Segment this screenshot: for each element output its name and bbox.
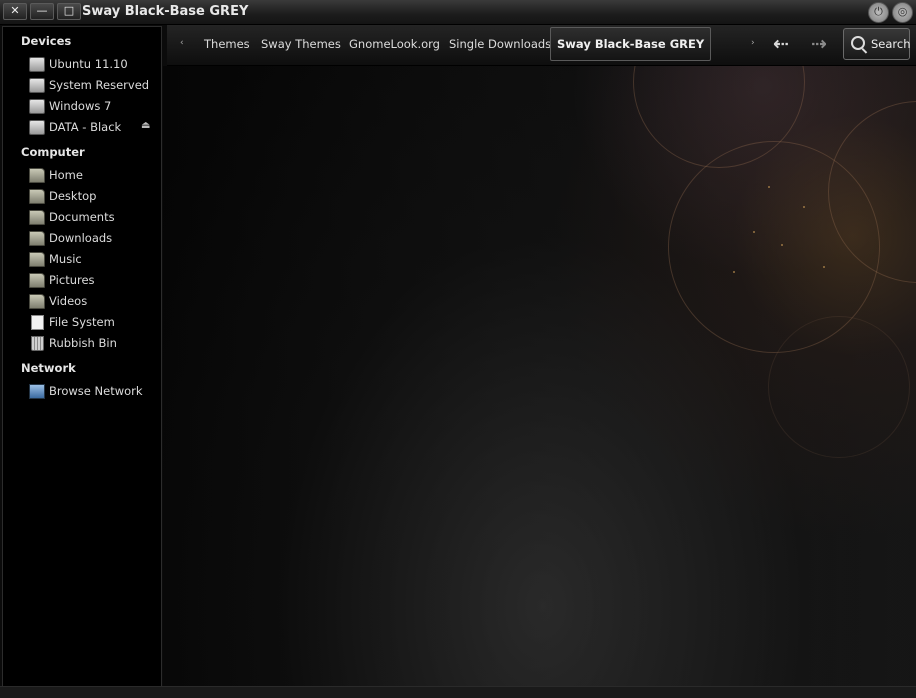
- sidebar-item-label: Desktop: [49, 189, 97, 203]
- breadcrumb-sway-black-base-grey[interactable]: Sway Black-Base GREY: [550, 27, 712, 61]
- window-bottom-edge: [0, 686, 916, 698]
- wallpaper-sparkle: [781, 244, 783, 246]
- breadcrumb-scroll-left-icon[interactable]: ‹: [180, 38, 184, 48]
- sidebar-item-label: Videos: [49, 294, 88, 308]
- power-icon[interactable]: ⏻: [868, 2, 889, 23]
- file-manager-window: ✕ — □ Sway Black-Base GREY ⏻ ◎ Devices U…: [0, 0, 916, 698]
- rubbish-bin-icon: [31, 336, 44, 351]
- sidebar-item-videos[interactable]: Videos: [27, 292, 157, 311]
- minimize-button[interactable]: —: [30, 3, 54, 20]
- sidebar-item-desktop[interactable]: Desktop: [27, 187, 157, 206]
- maximize-button[interactable]: □: [57, 3, 81, 20]
- sidebar-item-label: Music: [49, 252, 82, 266]
- sidebar-item-file-system[interactable]: File System: [27, 313, 157, 332]
- sidebar-item-browse-network[interactable]: Browse Network: [27, 382, 157, 401]
- pictures-folder-icon: [29, 273, 45, 288]
- documents-folder-icon: [29, 210, 45, 225]
- breadcrumb-scroll-right-icon[interactable]: ›: [751, 38, 755, 48]
- location-toolbar: ‹ Themes Sway Themes GnomeLook.org Singl…: [167, 25, 916, 66]
- search-button[interactable]: Search: [843, 28, 911, 60]
- sidebar-item-label: Documents: [49, 210, 115, 224]
- drive-icon: [29, 78, 45, 93]
- wallpaper-sparkle: [803, 206, 805, 208]
- eject-icon[interactable]: ⏏: [141, 120, 150, 131]
- sidebar-item-ubuntu[interactable]: Ubuntu 11.10: [27, 55, 157, 74]
- window-title: Sway Black-Base GREY: [82, 4, 249, 19]
- home-folder-icon: [29, 168, 45, 183]
- close-button[interactable]: ✕: [3, 3, 27, 20]
- wallpaper-sparkle: [768, 186, 770, 188]
- back-arrow-icon[interactable]: ⇠: [773, 33, 789, 55]
- forward-arrow-icon[interactable]: ⇢: [811, 33, 827, 55]
- sidebar-item-label: Windows 7: [49, 99, 112, 113]
- sidebar-item-label: System Reserved: [49, 78, 150, 92]
- sidebar-item-label: Rubbish Bin: [49, 336, 117, 350]
- sidebar-item-label: DATA - Black: [49, 120, 122, 134]
- videos-folder-icon: [29, 294, 45, 309]
- wallpaper-orb: [768, 316, 910, 458]
- sidebar-item-label: File System: [49, 315, 115, 329]
- search-icon: [851, 36, 865, 50]
- file-system-icon: [31, 315, 44, 330]
- sidebar-item-windows-7[interactable]: Windows 7: [27, 97, 157, 116]
- sidebar-item-music[interactable]: Music: [27, 250, 157, 269]
- breadcrumb-gnomelook[interactable]: GnomeLook.org: [349, 37, 440, 51]
- sidebar-item-label: Pictures: [49, 273, 95, 287]
- sidebar-item-rubbish-bin[interactable]: Rubbish Bin: [27, 334, 157, 353]
- wallpaper-sparkle: [823, 266, 825, 268]
- ubuntu-logo-icon[interactable]: ◎: [892, 2, 913, 23]
- music-folder-icon: [29, 252, 45, 267]
- sidebar-item-data-black[interactable]: DATA - Black ⏏: [27, 118, 157, 137]
- places-sidebar: Devices Ubuntu 11.10 System Reserved Win…: [2, 26, 162, 688]
- sidebar-item-pictures[interactable]: Pictures: [27, 271, 157, 290]
- breadcrumb-sway-themes[interactable]: Sway Themes: [261, 37, 341, 51]
- sidebar-item-home[interactable]: Home: [27, 166, 157, 185]
- sidebar-item-downloads[interactable]: Downloads: [27, 229, 157, 248]
- sidebar-item-documents[interactable]: Documents: [27, 208, 157, 227]
- wallpaper-sparkle: [753, 231, 755, 233]
- search-button-label: Search: [871, 37, 911, 51]
- section-heading-devices: Devices: [21, 34, 72, 48]
- sidebar-item-label: Downloads: [49, 231, 113, 245]
- sidebar-item-label: Home: [49, 168, 83, 182]
- file-view-area[interactable]: [163, 66, 916, 686]
- drive-icon: [29, 57, 45, 72]
- downloads-folder-icon: [29, 231, 45, 246]
- desktop-folder-icon: [29, 189, 45, 204]
- sidebar-item-label: Browse Network: [49, 384, 143, 398]
- section-heading-network: Network: [21, 361, 76, 375]
- sidebar-item-label: Ubuntu 11.10: [49, 57, 128, 71]
- wallpaper-sparkle: [733, 271, 735, 273]
- breadcrumb-single-downloads[interactable]: Single Downloads: [449, 37, 551, 51]
- drive-icon: [29, 120, 45, 135]
- section-heading-computer: Computer: [21, 145, 85, 159]
- drive-icon: [29, 99, 45, 114]
- title-bar[interactable]: ✕ — □ Sway Black-Base GREY ⏻ ◎: [0, 0, 916, 25]
- network-icon: [29, 384, 45, 399]
- breadcrumb-themes[interactable]: Themes: [204, 37, 250, 51]
- sidebar-item-system-reserved[interactable]: System Reserved: [27, 76, 157, 95]
